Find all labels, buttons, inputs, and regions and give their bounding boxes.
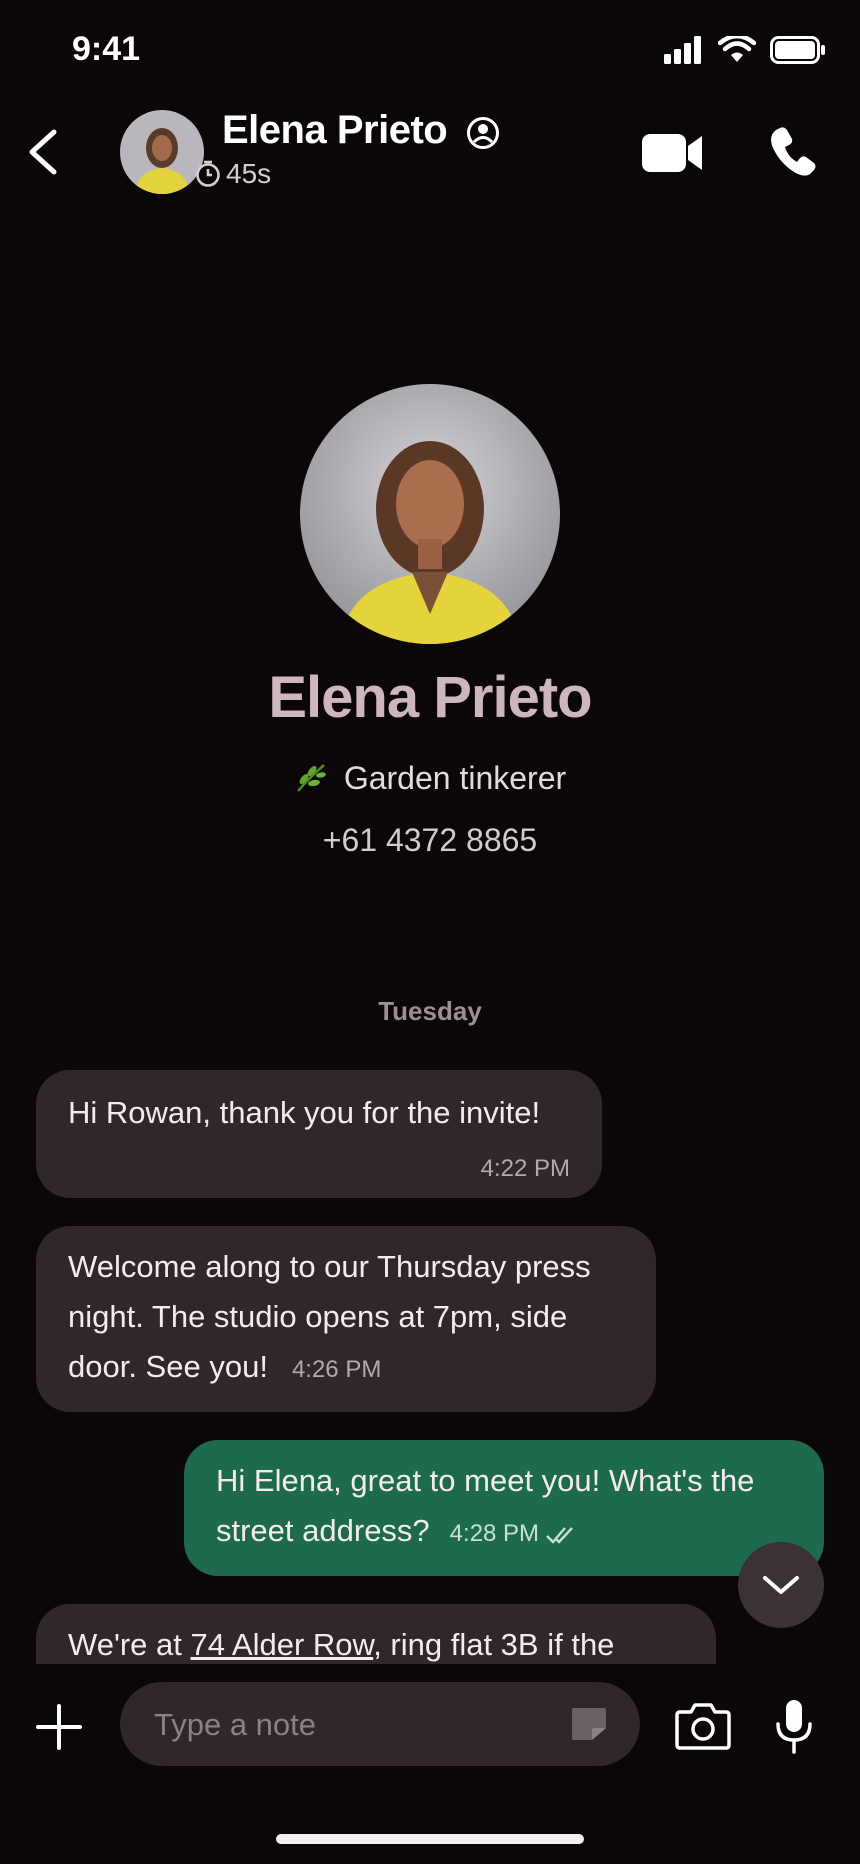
timer-icon (194, 160, 222, 188)
message-bubble-incoming[interactable]: Welcome along to our Thursday press nigh… (36, 1226, 656, 1412)
camera-icon (675, 1703, 731, 1750)
plus-icon (36, 1704, 82, 1750)
chevron-down-icon (763, 1576, 799, 1594)
wifi-icon (718, 36, 756, 62)
message-text: We're at (68, 1627, 191, 1662)
camera-button[interactable] (674, 1700, 732, 1752)
microphone-button[interactable] (774, 1698, 814, 1756)
message-time: 4:26 PM (291, 1356, 382, 1383)
profile-bio: Garden tinkerer (0, 760, 860, 801)
contact-name-header[interactable]: Elena Prieto (222, 108, 448, 153)
signal-icon (664, 36, 701, 64)
message-text: Hi Rowan, thank you for the invite! (68, 1095, 541, 1130)
leaf-icon (294, 761, 328, 801)
read-receipt-icon (545, 1510, 575, 1560)
message-bubble-outgoing[interactable]: Hi Elena, great to meet you! What's the … (184, 1440, 824, 1576)
profile-icon[interactable] (466, 116, 500, 150)
status-time: 9:41 (72, 30, 141, 68)
profile-phone: +61 4372 8865 (322, 822, 538, 858)
message-time: 4:28 PM (449, 1520, 540, 1547)
sticker-icon (572, 1708, 606, 1740)
back-button[interactable] (14, 120, 74, 184)
bio-text: Garden tinkerer (343, 760, 567, 796)
battery-icon (770, 36, 825, 64)
video-call-button[interactable] (640, 128, 706, 178)
disappearing-timer: 45s (226, 158, 272, 189)
status-icons (664, 36, 826, 64)
home-indicator[interactable] (276, 1834, 584, 1844)
add-attachment-button[interactable] (34, 1702, 84, 1752)
sticker-button[interactable] (570, 1706, 608, 1742)
day-separator: Tuesday (378, 996, 482, 1026)
header-avatar[interactable] (120, 110, 204, 194)
message-input[interactable] (152, 1682, 576, 1768)
phone-icon (771, 127, 816, 176)
voice-call-button[interactable] (768, 124, 818, 178)
back-icon (29, 129, 57, 175)
message-input-container (120, 1682, 640, 1768)
message-text: , ring flat 3B if the (373, 1627, 615, 1662)
address-link[interactable]: 74 Alder Row (191, 1627, 374, 1662)
profile-avatar[interactable] (300, 384, 560, 644)
profile-name: Elena Prieto (268, 665, 592, 730)
video-icon (642, 134, 702, 172)
message-time: 4:22 PM (480, 1155, 570, 1182)
message-bubble-incoming[interactable]: Hi Rowan, thank you for the invite! 4:22… (36, 1070, 602, 1198)
scroll-to-bottom-button[interactable] (738, 1542, 824, 1628)
microphone-icon (776, 1700, 812, 1754)
